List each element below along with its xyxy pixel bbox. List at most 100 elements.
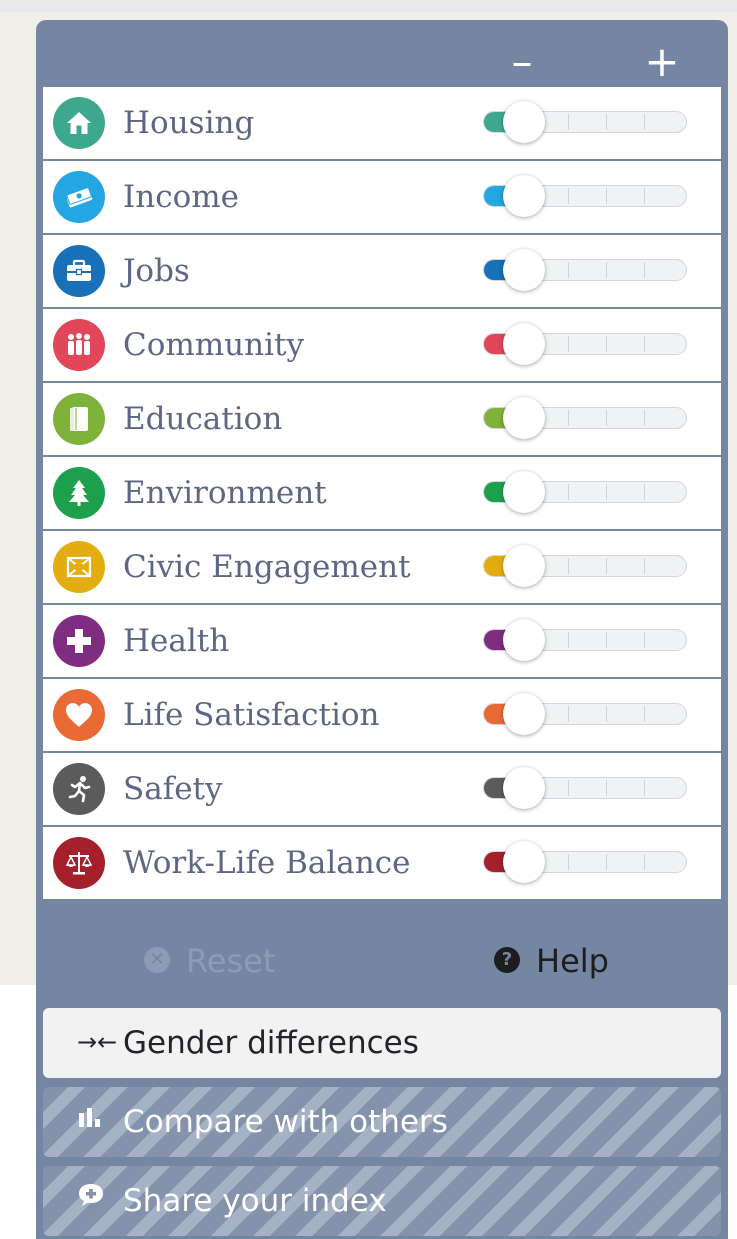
slider-tick [644, 188, 645, 204]
slider-tick [644, 558, 645, 574]
weight-slider[interactable] [483, 323, 687, 365]
slider-tick [606, 410, 607, 426]
weight-slider[interactable] [483, 693, 687, 735]
arrows-inward-icon: →← [77, 1027, 118, 1056]
slider-handle[interactable] [503, 545, 545, 587]
slider-tick [644, 780, 645, 796]
compare-with-others-label: Compare with others [123, 1104, 448, 1140]
topic-label: Education [123, 401, 283, 437]
slider-tick [606, 114, 607, 130]
topic-label: Work-Life Balance [123, 845, 411, 881]
slider-tick [568, 114, 569, 130]
slider-tick [644, 632, 645, 648]
topic-label: Safety [123, 771, 223, 807]
people-icon [53, 319, 105, 371]
reset-button[interactable]: ✕ Reset [144, 938, 275, 984]
weight-slider[interactable] [483, 101, 687, 143]
speech-bubble-plus-icon [77, 1165, 117, 1235]
slider-handle[interactable] [503, 397, 545, 439]
slider-handle[interactable] [503, 323, 545, 365]
weight-slider[interactable] [483, 767, 687, 809]
slider-tick [644, 854, 645, 870]
topic-label: Life Satisfaction [123, 697, 380, 733]
compare-with-others-button[interactable]: Compare with others [43, 1087, 721, 1157]
slider-handle[interactable] [503, 767, 545, 809]
topic-row-work-life-balance: Work-Life Balance [43, 827, 721, 899]
slider-tick [568, 558, 569, 574]
slider-tick [644, 336, 645, 352]
slider-handle[interactable] [503, 101, 545, 143]
weight-slider[interactable] [483, 619, 687, 661]
topic-row-health: Health [43, 605, 721, 679]
slider-tick [568, 706, 569, 722]
slider-tick [606, 336, 607, 352]
slider-handle[interactable] [503, 619, 545, 661]
slider-tick [606, 484, 607, 500]
topic-label: Housing [123, 105, 255, 141]
book-icon [53, 393, 105, 445]
topic-row-education: Education [43, 383, 721, 457]
gender-differences-label: Gender differences [123, 1025, 419, 1061]
topic-label: Civic Engagement [123, 549, 411, 585]
help-icon: ? [494, 947, 520, 973]
slider-tick [606, 780, 607, 796]
slider-tick [568, 780, 569, 796]
topic-label: Community [123, 327, 304, 363]
slider-tick [568, 484, 569, 500]
slider-tick [644, 410, 645, 426]
weight-slider[interactable] [483, 471, 687, 513]
topic-list: Housing Income Jobs Community Education Envir… [43, 87, 721, 899]
slider-tick [644, 706, 645, 722]
weight-slider[interactable] [483, 397, 687, 439]
tree-icon [53, 467, 105, 519]
slider-tick [606, 632, 607, 648]
topic-row-life-satisfaction: Life Satisfaction [43, 679, 721, 753]
scales-icon [53, 837, 105, 889]
slider-tick [606, 262, 607, 278]
topic-label: Jobs [123, 253, 190, 289]
index-weighting-panel: – + Housing Income Jobs Community Education E… [36, 20, 728, 1239]
increase-all-button[interactable]: + [632, 40, 692, 84]
slider-handle[interactable] [503, 175, 545, 217]
topic-row-jobs: Jobs [43, 235, 721, 309]
slider-tick [606, 854, 607, 870]
topic-row-community: Community [43, 309, 721, 383]
money-icon [53, 171, 105, 223]
slider-tick [606, 188, 607, 204]
ballot-icon [53, 541, 105, 593]
runner-icon [53, 763, 105, 815]
topic-label: Income [123, 179, 239, 215]
weight-slider[interactable] [483, 841, 687, 883]
cross-icon [53, 615, 105, 667]
slider-tick [568, 262, 569, 278]
weight-slider[interactable] [483, 545, 687, 587]
topic-row-housing: Housing [43, 87, 721, 161]
slider-handle[interactable] [503, 249, 545, 291]
topic-row-income: Income [43, 161, 721, 235]
reset-label: Reset [186, 942, 276, 980]
decrease-all-button[interactable]: – [492, 40, 552, 84]
topic-row-civic-engagement: Civic Engagement [43, 531, 721, 605]
topic-row-environment: Environment [43, 457, 721, 531]
weight-slider[interactable] [483, 175, 687, 217]
heart-icon [53, 689, 105, 741]
slider-handle[interactable] [503, 471, 545, 513]
slider-tick [606, 558, 607, 574]
weight-slider[interactable] [483, 249, 687, 291]
share-index-button[interactable]: Share your index [43, 1166, 721, 1236]
slider-tick [568, 188, 569, 204]
gender-differences-button[interactable]: →← Gender differences [43, 1008, 721, 1078]
topic-label: Health [123, 623, 230, 659]
slider-handle[interactable] [503, 693, 545, 735]
slider-tick [568, 410, 569, 426]
slider-tick [568, 854, 569, 870]
help-button[interactable]: ? Help [494, 938, 609, 984]
bar-chart-icon [77, 1086, 117, 1156]
slider-tick [568, 336, 569, 352]
reset-icon: ✕ [144, 947, 170, 973]
slider-handle[interactable] [503, 841, 545, 883]
panel-actions: ✕ Reset ? Help [36, 926, 728, 996]
slider-tick [568, 632, 569, 648]
topic-row-safety: Safety [43, 753, 721, 827]
house-icon [53, 97, 105, 149]
